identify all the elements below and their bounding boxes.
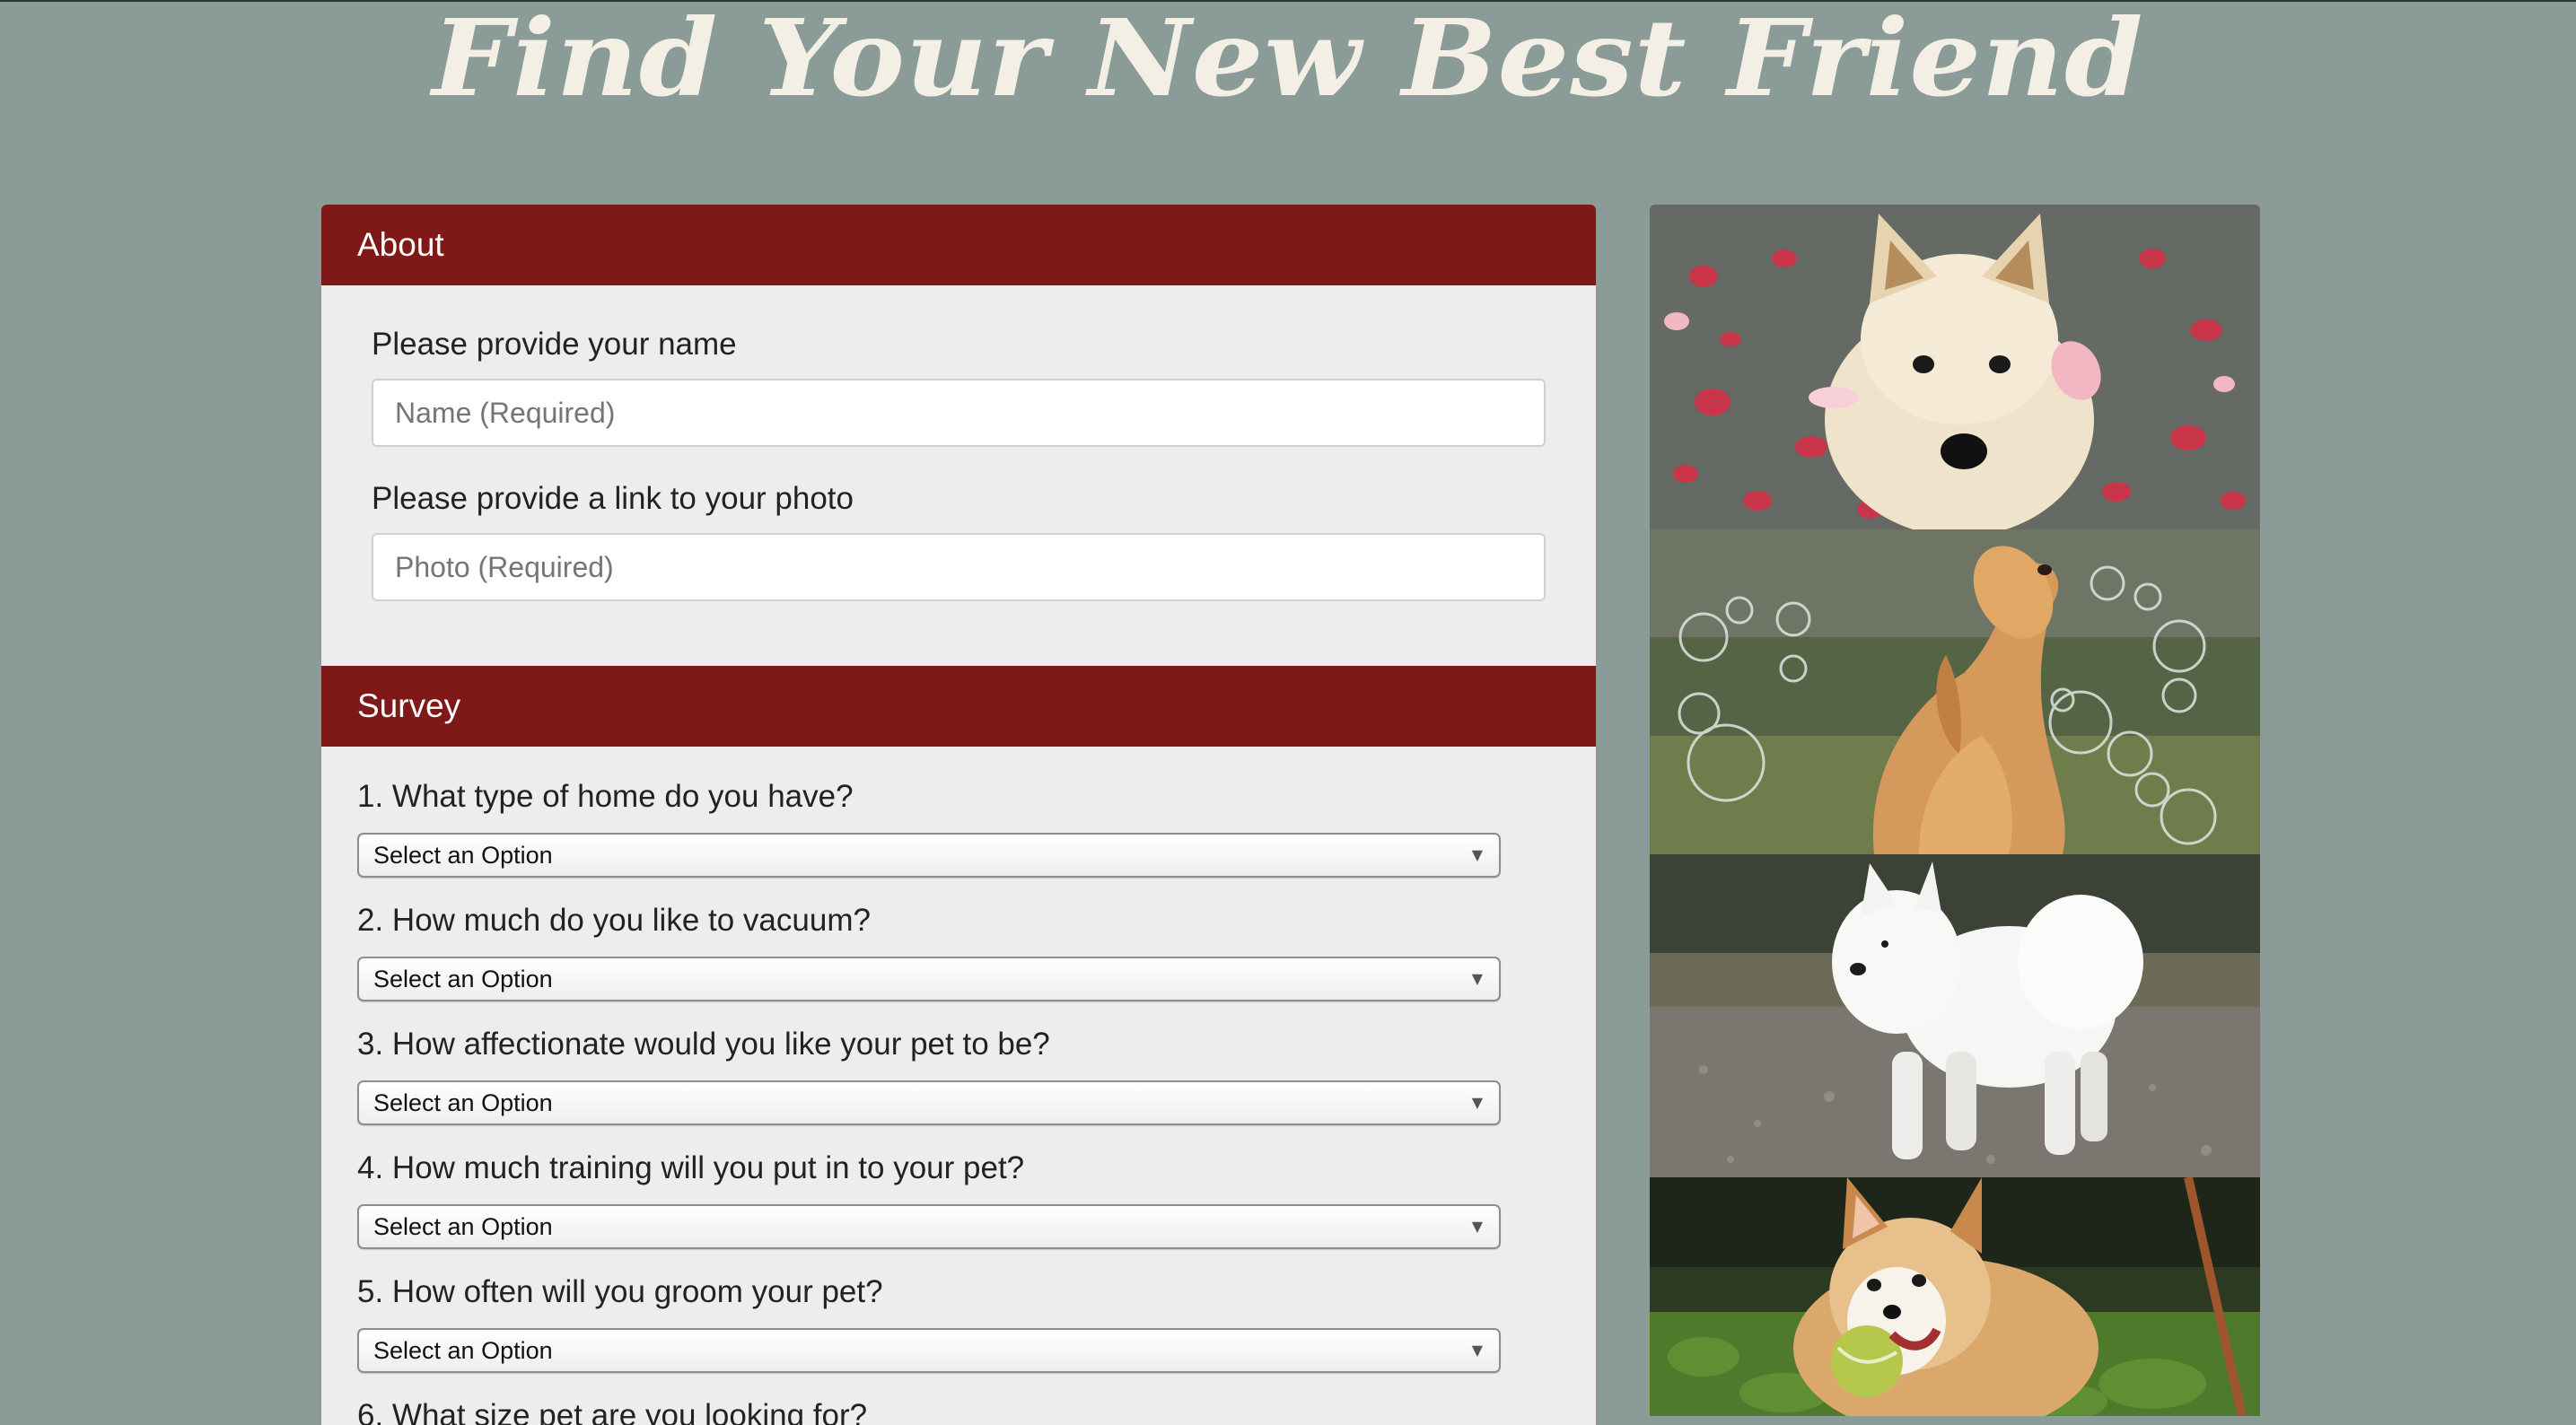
corgi-ball-photo bbox=[1650, 1177, 2260, 1416]
question-3-selected: Select an Option bbox=[373, 1089, 553, 1116]
chevron-down-icon: ▼ bbox=[1471, 846, 1483, 863]
question-2-select[interactable]: Select an Option ▼ bbox=[357, 957, 1501, 1001]
page-title: Find Your New Best Friend bbox=[432, 0, 2144, 120]
question-5-label: 5. How often will you groom your pet? bbox=[357, 1274, 883, 1309]
question-5-selected: Select an Option bbox=[373, 1337, 553, 1364]
question-1-select[interactable]: Select an Option ▼ bbox=[357, 833, 1501, 878]
question-4-label: 4. How much training will you put in to … bbox=[357, 1150, 1025, 1185]
name-input[interactable] bbox=[372, 379, 1546, 447]
survey-card: About Please provide your name Please pr… bbox=[321, 205, 1596, 1425]
survey-header: Survey bbox=[321, 666, 1596, 747]
question-6-label: 6. What size pet are you looking for? bbox=[357, 1398, 868, 1425]
question-2-label: 2. How much do you like to vacuum? bbox=[357, 903, 871, 938]
chevron-down-icon: ▼ bbox=[1471, 970, 1483, 987]
chevron-down-icon: ▼ bbox=[1471, 1342, 1483, 1359]
shiba-inu-petals-photo bbox=[1650, 205, 2260, 529]
question-3-select[interactable]: Select an Option ▼ bbox=[357, 1080, 1501, 1125]
question-1-label: 1. What type of home do you have? bbox=[357, 779, 854, 814]
dog-photo-gallery bbox=[1650, 205, 2260, 1416]
question-1-selected: Select an Option bbox=[373, 842, 553, 869]
chevron-down-icon: ▼ bbox=[1471, 1218, 1483, 1235]
photo-label: Please provide a link to your photo bbox=[372, 481, 854, 516]
samoyed-photo bbox=[1650, 854, 2260, 1177]
question-2-selected: Select an Option bbox=[373, 966, 553, 992]
question-5-select[interactable]: Select an Option ▼ bbox=[357, 1328, 1501, 1373]
name-label: Please provide your name bbox=[372, 327, 737, 362]
question-4-selected: Select an Option bbox=[373, 1213, 553, 1240]
question-4-select[interactable]: Select an Option ▼ bbox=[357, 1204, 1501, 1249]
chevron-down-icon: ▼ bbox=[1471, 1094, 1483, 1111]
golden-retriever-bubbles-photo bbox=[1650, 529, 2260, 854]
question-3-label: 3. How affectionate would you like your … bbox=[357, 1027, 1050, 1062]
photo-input[interactable] bbox=[372, 533, 1546, 601]
about-header: About bbox=[321, 205, 1596, 285]
